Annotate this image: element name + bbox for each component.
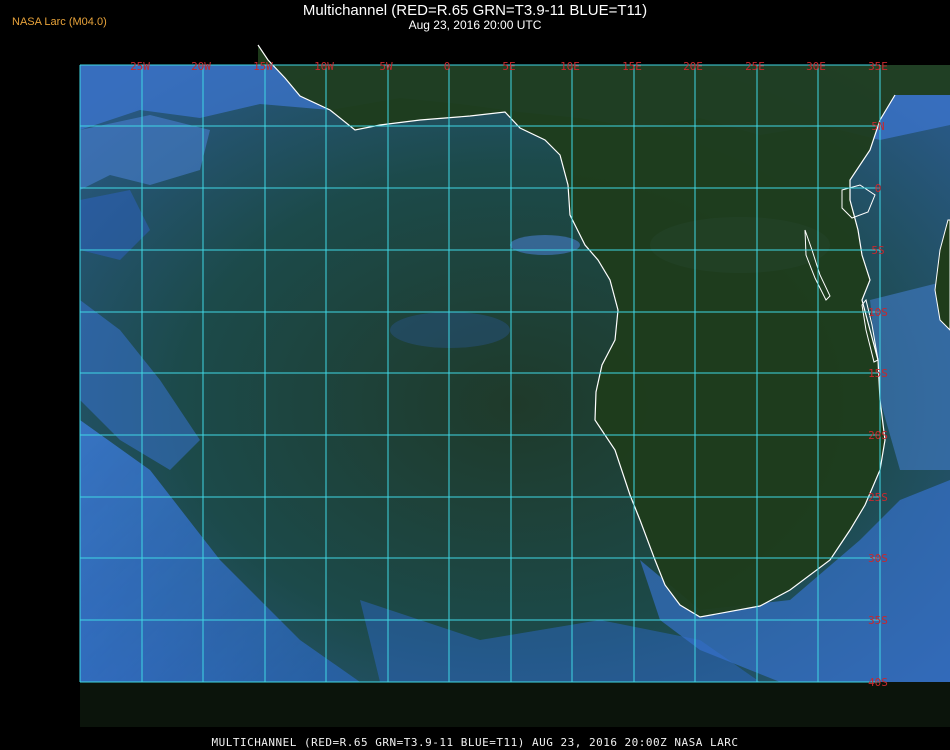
image-caption: MULTICHANNEL (RED=R.65 GRN=T3.9-11 BLUE=… [211,736,739,749]
longitude-label: 35E [868,60,888,73]
latitude-label: 5S [871,244,884,257]
longitude-label: 5W [379,60,393,73]
latitude-label: 35S [868,614,888,627]
longitude-label: 0 [444,60,451,73]
latitude-label: 30S [868,552,888,565]
mid-ocean-haze [390,312,510,348]
latitude-label: 40S [868,676,888,689]
longitude-label: 10W [314,60,334,73]
gulf-cloud [510,235,580,255]
latitude-label: 20S [868,429,888,442]
longitude-label: 15E [622,60,642,73]
longitude-label: 30E [806,60,826,73]
satellite-viewer: NASA Larc (M04.0) Multichannel (RED=R.65… [0,0,950,750]
longitude-label: 15W [253,60,273,73]
longitude-label: 20W [191,60,211,73]
longitude-label: 10E [560,60,580,73]
longitude-label: 20E [683,60,703,73]
longitude-label: 25E [745,60,765,73]
latitude-label: 10S [868,306,888,319]
longitude-label: 25W [130,60,150,73]
longitude-label: 5E [502,60,515,73]
latitude-label: 15S [868,367,888,380]
latitude-label: 5N [871,120,884,133]
latitude-label: 0 [875,182,882,195]
satellite-map[interactable]: 25W 20W 15W 10W 5W 0 5E 10E 15E 20E 25E 30E 35E 5N 0 5S… [0,0,950,750]
latitude-label: 25S [868,491,888,504]
